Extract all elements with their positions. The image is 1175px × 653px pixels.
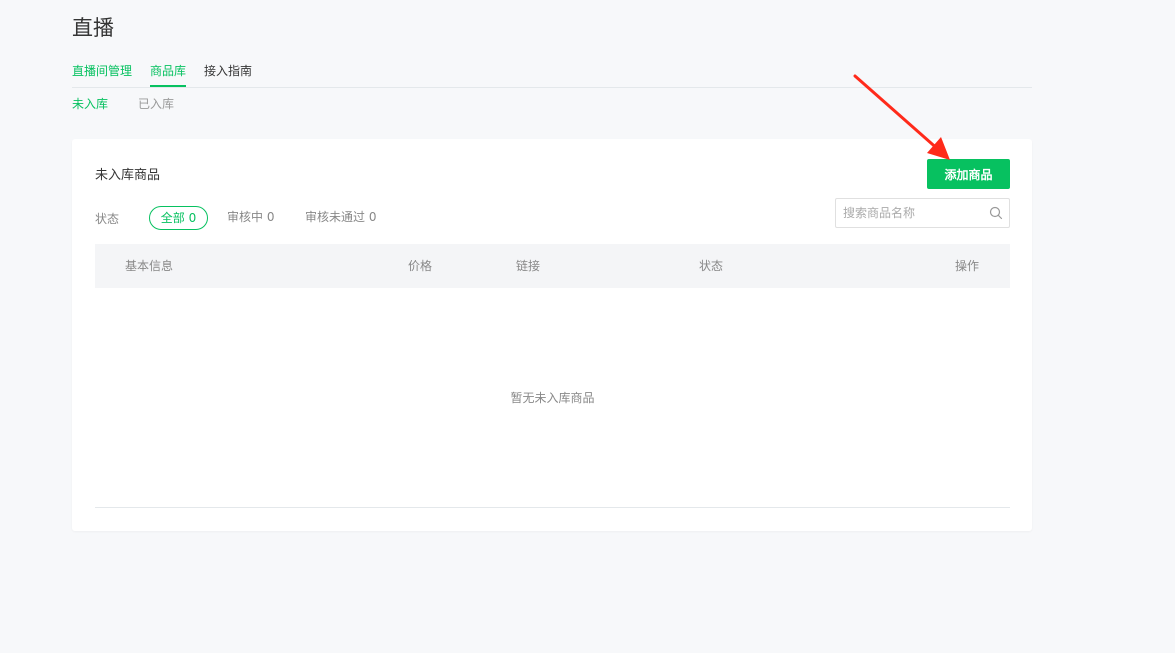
tab-live-room-management[interactable]: 直播间管理 bbox=[72, 62, 132, 87]
column-link: 链接 bbox=[516, 259, 541, 273]
table-header: 基本信息 价格 链接 状态 操作 bbox=[95, 244, 1010, 288]
status-filter-label: 状态 bbox=[95, 212, 120, 226]
card-title: 未入库商品 bbox=[95, 168, 161, 183]
search-box bbox=[835, 198, 1010, 228]
filter-under-review[interactable]: 审核中 0 bbox=[227, 206, 274, 228]
filter-all[interactable]: 全部 0 bbox=[149, 206, 208, 230]
products-card: 未入库商品 添加商品 状态 全部 0 审核中 0 审核未通过 0 基本信息 价格… bbox=[72, 139, 1032, 531]
tab-integration-guide[interactable]: 接入指南 bbox=[204, 62, 252, 87]
table-divider bbox=[95, 507, 1010, 508]
search-icon[interactable] bbox=[989, 206, 1003, 220]
filter-rejected[interactable]: 审核未通过 0 bbox=[305, 206, 376, 228]
main-tabs: 直播间管理 商品库 接入指南 bbox=[72, 62, 1032, 88]
add-product-button[interactable]: 添加商品 bbox=[927, 159, 1010, 189]
subtab-stocked[interactable]: 已入库 bbox=[138, 95, 174, 112]
empty-state-text: 暂无未入库商品 bbox=[510, 391, 595, 405]
tab-product-library[interactable]: 商品库 bbox=[150, 62, 187, 87]
column-basic-info: 基本信息 bbox=[125, 259, 174, 273]
subtab-not-stocked[interactable]: 未入库 bbox=[72, 95, 108, 112]
column-price: 价格 bbox=[408, 259, 433, 273]
column-status: 状态 bbox=[699, 259, 724, 273]
search-input[interactable] bbox=[843, 204, 983, 222]
page-title: 直播 bbox=[72, 16, 114, 40]
column-actions: 操作 bbox=[955, 259, 980, 273]
